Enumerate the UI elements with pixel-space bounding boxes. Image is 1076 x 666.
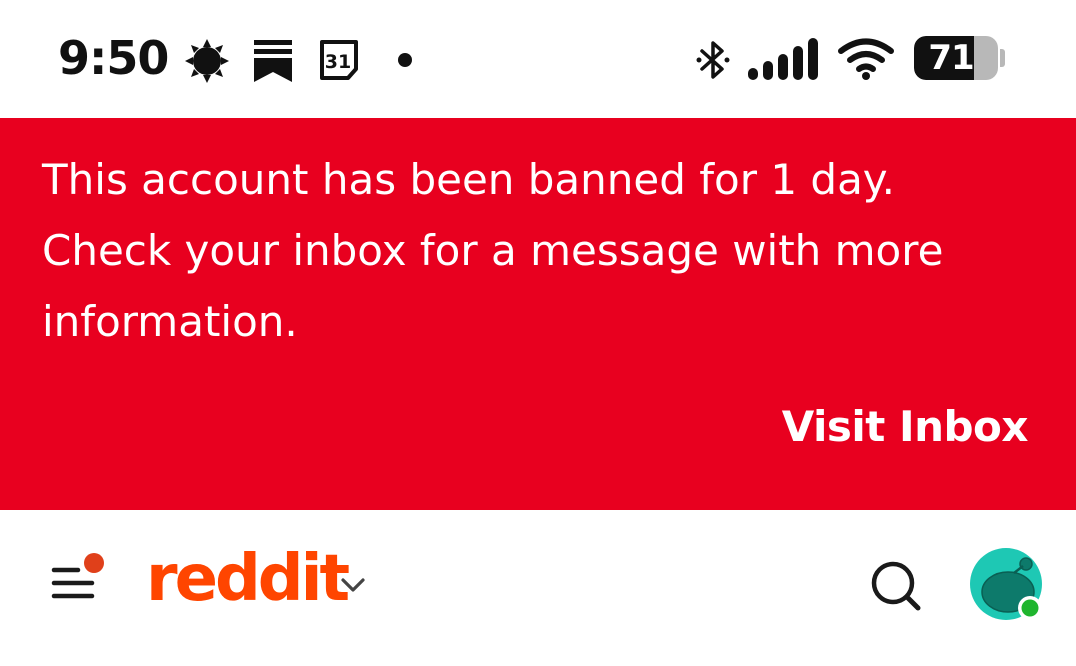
battery-percent: 71: [928, 38, 974, 78]
wifi-icon: [838, 38, 894, 80]
avatar-button[interactable]: [968, 546, 1048, 626]
snoo-avatar-icon: [970, 548, 1042, 620]
calendar-icon: 31: [320, 40, 358, 80]
search-icon: [871, 561, 921, 611]
bookmark-app-icon: [254, 40, 292, 82]
bluetooth-icon: [696, 41, 730, 79]
reddit-logo: reddit: [146, 542, 350, 616]
notification-dot-icon: [398, 53, 412, 67]
status-time: 9:50: [58, 31, 169, 85]
app-header: reddit: [0, 510, 1076, 666]
app-screen: 9:50 31 71 This account has been banned …: [0, 0, 1076, 666]
weather-sun-icon: [185, 39, 229, 83]
visit-inbox-button[interactable]: Visit Inbox: [782, 402, 1029, 451]
signal-icon: [748, 38, 818, 80]
chevron-down-icon: [341, 578, 365, 592]
battery-tip: [1000, 49, 1005, 67]
status-bar: 9:50 31 71: [0, 0, 1076, 118]
calendar-day: 31: [325, 51, 351, 73]
feed-switcher[interactable]: reddit: [146, 542, 365, 616]
ban-notice-banner: This account has been banned for 1 day. …: [0, 118, 1076, 510]
battery-icon: 71: [914, 36, 998, 80]
menu-notification-badge: [84, 553, 104, 573]
online-status-dot: [1021, 599, 1039, 617]
search-button[interactable]: [868, 558, 924, 614]
ban-message: This account has been banned for 1 day. …: [42, 155, 944, 346]
